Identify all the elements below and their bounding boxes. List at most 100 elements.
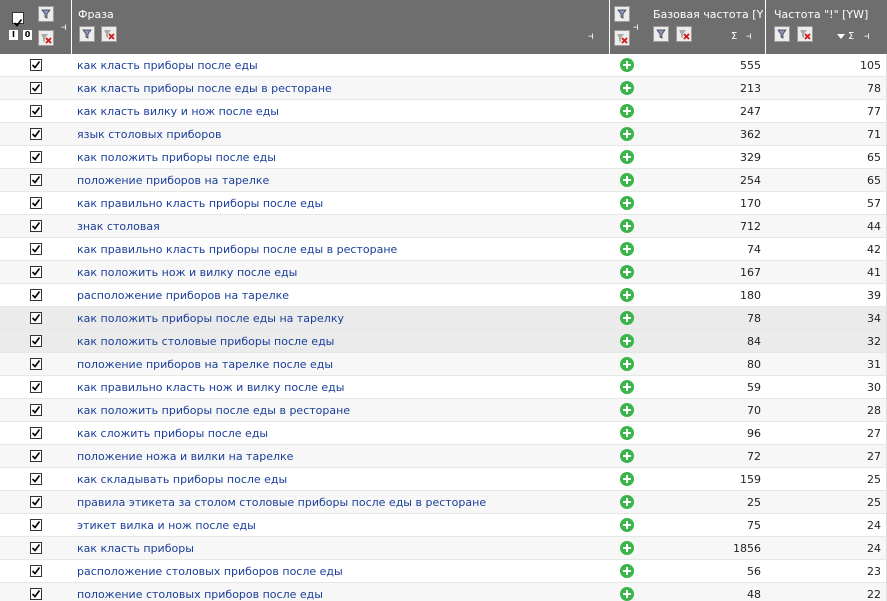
row-checkbox[interactable]: [30, 128, 42, 140]
table-row[interactable]: как положить нож и вилку после еды 167 41: [0, 261, 887, 284]
row-checkbox[interactable]: [30, 105, 42, 117]
table-row[interactable]: как класть приборы после еды в ресторане…: [0, 77, 887, 100]
phrase-link[interactable]: знак столовая: [77, 220, 160, 233]
filter-icon[interactable]: [614, 6, 630, 22]
add-phrase-icon[interactable]: [620, 541, 634, 555]
row-checkbox[interactable]: [30, 588, 42, 600]
table-row[interactable]: как сложить приборы после еды 96 27: [0, 422, 887, 445]
table-row[interactable]: положение приборов на тарелке 254 65: [0, 169, 887, 192]
table-row[interactable]: расположение столовых приборов после еды…: [0, 560, 887, 583]
pin-icon[interactable]: ⊣: [588, 33, 593, 42]
table-row[interactable]: язык столовых приборов 362 71: [0, 123, 887, 146]
pin-icon[interactable]: ⊣: [633, 24, 638, 33]
add-phrase-icon[interactable]: [620, 495, 634, 509]
add-phrase-icon[interactable]: [620, 127, 634, 141]
phrase-link[interactable]: правила этикета за столом столовые прибо…: [77, 496, 486, 509]
phrase-link[interactable]: как класть приборы после еды: [77, 59, 258, 72]
row-checkbox[interactable]: [30, 358, 42, 370]
pin-icon[interactable]: ⊣: [746, 33, 751, 42]
add-phrase-icon[interactable]: [620, 219, 634, 233]
filter-icon[interactable]: [38, 6, 54, 22]
row-checkbox[interactable]: [30, 312, 42, 324]
table-row[interactable]: как положить приборы после еды 329 65: [0, 146, 887, 169]
row-checkbox[interactable]: [30, 542, 42, 554]
phrase-link[interactable]: как положить нож и вилку после еды: [77, 266, 297, 279]
table-row[interactable]: знак столовая 712 44: [0, 215, 887, 238]
add-phrase-icon[interactable]: [620, 587, 634, 601]
add-phrase-icon[interactable]: [620, 58, 634, 72]
clear-filter-icon[interactable]: [797, 26, 813, 42]
add-phrase-icon[interactable]: [620, 173, 634, 187]
phrase-link[interactable]: положение столовых приборов после еды: [77, 588, 323, 601]
table-row[interactable]: правила этикета за столом столовые прибо…: [0, 491, 887, 514]
table-row[interactable]: как класть приборы 1856 24: [0, 537, 887, 560]
table-row[interactable]: этикет вилка и нож после еды 75 24: [0, 514, 887, 537]
table-row[interactable]: как правильно класть нож и вилку после е…: [0, 376, 887, 399]
table-row[interactable]: как правильно класть приборы после еды 17…: [0, 192, 887, 215]
table-row[interactable]: как класть приборы после еды 555 105: [0, 54, 887, 77]
row-checkbox[interactable]: [30, 335, 42, 347]
filter-icon[interactable]: [653, 26, 669, 42]
add-phrase-icon[interactable]: [620, 104, 634, 118]
table-row[interactable]: расположение приборов на тарелке 180 39: [0, 284, 887, 307]
phrase-link[interactable]: как положить столовые приборы после еды: [77, 335, 334, 348]
add-phrase-icon[interactable]: [620, 311, 634, 325]
sum-icon[interactable]: Σ: [731, 32, 737, 42]
row-checkbox[interactable]: [30, 197, 42, 209]
select-all-checkbox[interactable]: [12, 12, 24, 27]
row-checkbox[interactable]: [30, 496, 42, 508]
add-phrase-icon[interactable]: [620, 357, 634, 371]
table-row[interactable]: как положить приборы после еды на тарелк…: [0, 307, 887, 330]
phrase-link[interactable]: как положить приборы после еды на тарелк…: [77, 312, 344, 325]
toggle-0-button[interactable]: 0: [23, 30, 32, 40]
row-checkbox[interactable]: [30, 151, 42, 163]
row-checkbox[interactable]: [30, 289, 42, 301]
add-phrase-icon[interactable]: [620, 426, 634, 440]
add-phrase-icon[interactable]: [620, 472, 634, 486]
table-row[interactable]: положение ножа и вилки на тарелке 72 27: [0, 445, 887, 468]
base-frequency-column-header[interactable]: ⊣ Базовая частота [Y Σ ⊣: [610, 0, 766, 54]
pin-icon[interactable]: ⊣: [864, 33, 869, 42]
add-phrase-icon[interactable]: [620, 403, 634, 417]
phrase-link[interactable]: как положить приборы после еды: [77, 151, 276, 164]
table-row[interactable]: как положить приборы после еды в рестора…: [0, 399, 887, 422]
add-phrase-icon[interactable]: [620, 265, 634, 279]
row-checkbox[interactable]: [30, 473, 42, 485]
clear-filter-icon[interactable]: [614, 30, 630, 46]
phrase-link[interactable]: как класть приборы после еды в ресторане: [77, 82, 332, 95]
phrase-link[interactable]: расположение столовых приборов после еды: [77, 565, 343, 578]
row-checkbox[interactable]: [30, 243, 42, 255]
pin-icon[interactable]: ⊣: [61, 24, 66, 33]
add-phrase-icon[interactable]: [620, 518, 634, 532]
add-phrase-icon[interactable]: [620, 150, 634, 164]
row-checkbox[interactable]: [30, 427, 42, 439]
phrase-link[interactable]: положение приборов на тарелке после еды: [77, 358, 333, 371]
phrase-link[interactable]: расположение приборов на тарелке: [77, 289, 289, 302]
phrase-link[interactable]: как правильно класть приборы после еды в…: [77, 243, 397, 256]
row-checkbox[interactable]: [30, 565, 42, 577]
phrase-link[interactable]: как класть приборы: [77, 542, 194, 555]
exact-frequency-column-header[interactable]: Частота "!" [YW] Σ ⊣: [766, 0, 887, 54]
phrase-link[interactable]: как сложить приборы после еды: [77, 427, 268, 440]
add-phrase-icon[interactable]: [620, 81, 634, 95]
table-row[interactable]: как положить столовые приборы после еды 8…: [0, 330, 887, 353]
clear-filter-icon[interactable]: [101, 26, 117, 42]
phrase-link[interactable]: как положить приборы после еды в рестора…: [77, 404, 350, 417]
phrase-column-header[interactable]: Фраза ⊣: [72, 0, 610, 54]
phrase-link[interactable]: положение приборов на тарелке: [77, 174, 269, 187]
table-row[interactable]: как класть вилку и нож после еды 247 77: [0, 100, 887, 123]
row-checkbox[interactable]: [30, 266, 42, 278]
add-phrase-icon[interactable]: [620, 564, 634, 578]
phrase-link[interactable]: этикет вилка и нож после еды: [77, 519, 256, 532]
filter-icon[interactable]: [79, 26, 95, 42]
phrase-link[interactable]: как правильно класть нож и вилку после е…: [77, 381, 344, 394]
toggle-i-button[interactable]: I: [9, 30, 18, 40]
row-checkbox[interactable]: [30, 519, 42, 531]
add-phrase-icon[interactable]: [620, 449, 634, 463]
add-phrase-icon[interactable]: [620, 196, 634, 210]
row-checkbox[interactable]: [30, 381, 42, 393]
row-checkbox[interactable]: [30, 450, 42, 462]
add-phrase-icon[interactable]: [620, 288, 634, 302]
add-phrase-icon[interactable]: [620, 334, 634, 348]
phrase-link[interactable]: положение ножа и вилки на тарелке: [77, 450, 293, 463]
